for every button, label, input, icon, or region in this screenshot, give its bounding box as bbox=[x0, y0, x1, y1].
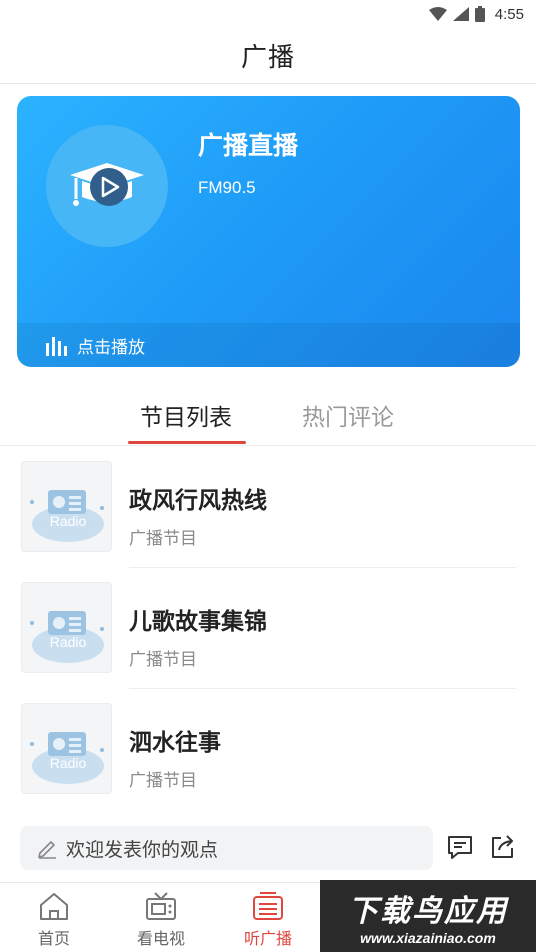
radio-thumbnail: Radio bbox=[21, 461, 112, 552]
tab-program-list[interactable]: 节目列表 bbox=[140, 398, 232, 432]
play-label[interactable]: 点击播放 bbox=[77, 333, 145, 358]
watermark-logo: 下载鸟应用 www.xiazainiao.com bbox=[320, 880, 536, 952]
radio-placeholder-icon: Radio bbox=[30, 611, 104, 663]
program-list: Radio 政风行风热线 广播节目 Radio 儿歌故事集锦 广播节目 Radi… bbox=[0, 447, 536, 810]
watermark-main: 下载鸟应用 bbox=[348, 894, 508, 929]
comment-icon[interactable] bbox=[446, 833, 474, 861]
list-item[interactable]: Radio 政风行风热线 广播节目 bbox=[0, 447, 536, 568]
program-category: 广播节目 bbox=[129, 529, 197, 549]
share-icon[interactable] bbox=[488, 833, 516, 861]
nav-label: 看电视 bbox=[136, 929, 185, 948]
nav-tv[interactable]: 看电视 bbox=[116, 891, 206, 949]
nav-label: 听广播 bbox=[243, 929, 292, 948]
comment-actions bbox=[446, 833, 516, 861]
banner-title: 广播直播 bbox=[198, 131, 299, 160]
signal-icon bbox=[452, 7, 469, 21]
program-title: 政风行风热线 bbox=[129, 488, 267, 514]
nav-home[interactable]: 首页 bbox=[9, 891, 99, 949]
graduation-cap-play-icon[interactable] bbox=[46, 125, 168, 247]
radio-thumbnail: Radio bbox=[21, 582, 112, 673]
live-radio-banner[interactable]: 广播直播 FM90.5 点击播放 bbox=[17, 96, 520, 367]
nav-radio[interactable]: 听广播 bbox=[223, 891, 313, 949]
program-category: 广播节目 bbox=[129, 771, 197, 791]
tab-indicator bbox=[128, 441, 246, 444]
comment-placeholder[interactable]: 欢迎发表你的观点 bbox=[66, 835, 218, 862]
radio-placeholder-icon: Radio bbox=[30, 490, 104, 542]
page-header: 广播 bbox=[0, 28, 536, 84]
battery-icon bbox=[474, 6, 485, 22]
equalizer-icon bbox=[46, 337, 67, 356]
comment-input[interactable]: 欢迎发表你的观点 bbox=[20, 826, 433, 870]
tab-hot-comments[interactable]: 热门评论 bbox=[302, 398, 394, 432]
list-item[interactable]: Radio 泗水往事 广播节目 bbox=[0, 689, 536, 810]
program-title: 儿歌故事集锦 bbox=[129, 609, 267, 635]
tab-bar: 节目列表 热门评论 bbox=[0, 382, 536, 446]
watermark-url: www.xiazainiao.com bbox=[360, 930, 496, 946]
banner-play-bar[interactable]: 点击播放 bbox=[17, 323, 520, 367]
home-icon bbox=[40, 893, 68, 920]
nav-label: 首页 bbox=[37, 929, 70, 948]
radio-icon bbox=[253, 892, 283, 920]
radio-thumbnail: Radio bbox=[21, 703, 112, 794]
list-item[interactable]: Radio 儿歌故事集锦 广播节目 bbox=[0, 568, 536, 689]
banner-icon-circle bbox=[46, 125, 168, 247]
program-title: 泗水往事 bbox=[129, 730, 221, 756]
svg-text:Radio: Radio bbox=[50, 634, 87, 650]
wifi-icon bbox=[428, 7, 447, 21]
pencil-icon bbox=[38, 841, 56, 859]
page-title: 广播 bbox=[240, 43, 295, 73]
radio-placeholder-icon: Radio bbox=[30, 732, 104, 784]
status-time: 4:55 bbox=[494, 5, 524, 23]
svg-text:Radio: Radio bbox=[50, 513, 87, 529]
tv-icon bbox=[146, 892, 176, 920]
svg-text:Radio: Radio bbox=[50, 755, 87, 771]
status-bar: 4:55 bbox=[0, 0, 536, 28]
banner-frequency: FM90.5 bbox=[198, 178, 256, 197]
program-category: 广播节目 bbox=[129, 650, 197, 670]
